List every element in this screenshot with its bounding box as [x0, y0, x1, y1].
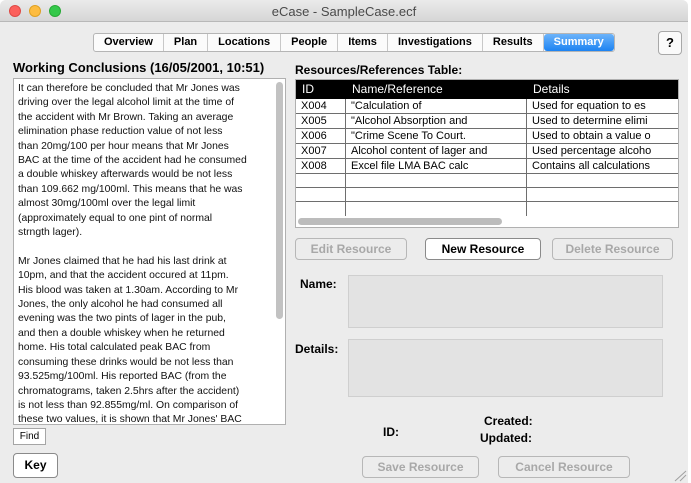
details-field[interactable] — [348, 339, 663, 397]
conclusions-line: almost 30mg/100ml over the legal limit — [18, 198, 196, 210]
cell-id: X005 — [296, 114, 346, 128]
column-header-details[interactable]: Details — [527, 80, 678, 99]
table-header: ID Name/Reference Details — [296, 80, 678, 99]
tab-investigations[interactable]: Investigations — [388, 34, 483, 51]
column-header-name[interactable]: Name/Reference — [346, 80, 527, 99]
cell-id: X007 — [296, 144, 346, 158]
conclusions-line: Mr Jones claimed that he had his last dr… — [18, 255, 227, 267]
table-row-empty[interactable] — [296, 188, 678, 202]
conclusions-heading: Working Conclusions (16/05/2001, 10:51) — [13, 60, 265, 75]
tab-results[interactable]: Results — [483, 34, 544, 51]
edit-resource-button[interactable]: Edit Resource — [295, 238, 407, 260]
conclusions-line: home. His total calculated peak BAC from — [18, 342, 211, 354]
save-resource-button[interactable]: Save Resource — [362, 456, 479, 478]
conclusions-line: than 109.662 mg/100ml. This means that h… — [18, 183, 243, 195]
conclusions-line: consuming these drinks would be not less… — [18, 356, 234, 368]
tab-plan[interactable]: Plan — [164, 34, 209, 51]
resources-heading: Resources/References Table: — [295, 63, 463, 77]
conclusions-line: (approximately equal to one pint of norm… — [18, 212, 213, 224]
tab-bar: Overview Plan Locations People Items Inv… — [93, 33, 615, 52]
cell-details: Used to determine elimi — [532, 115, 648, 127]
table-row[interactable]: X008 Excel file LMA BAC calc Contains all … — [296, 159, 678, 174]
conclusions-line: His blood was taken at 1.30am. According… — [18, 284, 239, 296]
title-bar: eCase - SampleCase.ecf — [0, 0, 688, 22]
conclusions-paragraph: It can therefore be concluded that Mr Jo… — [18, 82, 268, 240]
column-header-id[interactable]: ID — [296, 80, 346, 99]
conclusions-line: than 20mg/100 per hour means that Mr Jon… — [18, 140, 229, 152]
find-button[interactable]: Find — [13, 428, 46, 445]
conclusions-text-area[interactable]: It can therefore be concluded that Mr Jo… — [13, 78, 286, 425]
details-label: Details: — [295, 342, 339, 356]
cell-details: Used to obtain a value o — [532, 130, 651, 142]
table-row-empty[interactable] — [296, 174, 678, 188]
conclusions-text: It can therefore be concluded that Mr Jo… — [14, 79, 285, 425]
tab-overview[interactable]: Overview — [94, 34, 164, 51]
table-row[interactable]: X007 Alcohol content of lager and Used per… — [296, 144, 678, 159]
resources-table: ID Name/Reference Details X004 "Calculati… — [295, 79, 679, 228]
conclusions-scrollbar[interactable] — [276, 82, 283, 319]
cancel-resource-button[interactable]: Cancel Resource — [498, 456, 630, 478]
conclusions-line: BAC at the time of the accident had he c… — [18, 155, 247, 167]
window-title: eCase - SampleCase.ecf — [271, 4, 417, 19]
table-horizontal-scrollbar[interactable] — [298, 218, 502, 225]
tab-items[interactable]: Items — [338, 34, 388, 51]
conclusions-line: chromatograms, taken 2.5hrs after the ac… — [18, 385, 240, 397]
cell-id: X006 — [296, 129, 346, 143]
cell-details: Contains all calculations — [532, 160, 651, 172]
cell-name: "Alcohol Absorption and — [346, 114, 527, 128]
cell-id: X004 — [296, 99, 346, 113]
key-button[interactable]: Key — [13, 453, 58, 478]
table-row-empty[interactable] — [296, 202, 678, 216]
conclusions-line: evening was the two pints of lager in th… — [18, 313, 226, 325]
conclusions-line: the accident with Mr Brown. Taking an av… — [18, 111, 234, 123]
name-label: Name: — [300, 277, 337, 291]
updated-label: Updated: — [480, 431, 532, 445]
conclusions-line: and then a double whiskey when he return… — [18, 327, 225, 339]
table-row[interactable]: X005 "Alcohol Absorption and Used to deter… — [296, 114, 678, 129]
created-label: Created: — [484, 414, 533, 428]
ecase-window: eCase - SampleCase.ecf Overview Plan Loc… — [0, 0, 688, 483]
name-field[interactable] — [348, 275, 663, 328]
cell-details: Used for equation to es — [532, 100, 646, 112]
conclusions-line: is not less than 92.855mg/ml. On compari… — [18, 399, 239, 411]
tab-summary[interactable]: Summary — [543, 34, 614, 51]
conclusions-line: driving over the legal alcohol limit at … — [18, 97, 235, 109]
conclusions-line: 93.525mg/100ml. His reported BAC (from t… — [18, 371, 227, 383]
cell-name: "Calculation of — [346, 99, 527, 113]
tab-people[interactable]: People — [281, 34, 339, 51]
cell-name: Excel file LMA BAC calc — [346, 159, 527, 173]
help-button[interactable]: ? — [658, 31, 682, 55]
conclusions-line: elimination phase reduction value of not… — [18, 126, 223, 138]
id-label: ID: — [383, 425, 399, 439]
tab-locations[interactable]: Locations — [208, 34, 282, 51]
cell-name: Alcohol content of lager and — [346, 144, 527, 158]
cell-name: "Crime Scene To Court. — [346, 129, 527, 143]
conclusions-line: 10pm, and that the accident occured at 1… — [18, 270, 229, 282]
conclusions-paragraph: Mr Jones claimed that he had his last dr… — [18, 255, 268, 425]
conclusions-line: Jones, the only alcohol he had consumed … — [18, 299, 223, 311]
conclusions-line: strngth lager). — [18, 227, 83, 239]
conclusions-line: these two values, it is shown that Mr Jo… — [18, 414, 242, 425]
delete-resource-button[interactable]: Delete Resource — [552, 238, 673, 260]
table-row[interactable]: X004 "Calculation of Used for equation to … — [296, 99, 678, 114]
conclusions-line: a double whiskey afterwards would be not… — [18, 169, 233, 181]
conclusions-line: It can therefore be concluded that Mr Jo… — [18, 83, 240, 94]
new-resource-button[interactable]: New Resource — [425, 238, 541, 260]
table-body: X004 "Calculation of Used for equation to … — [296, 99, 678, 174]
table-row[interactable]: X006 "Crime Scene To Court. Used to obtain… — [296, 129, 678, 144]
cell-id: X008 — [296, 159, 346, 173]
cell-details: Used percentage alcoho — [532, 145, 652, 157]
resize-grip-icon[interactable] — [673, 470, 687, 482]
